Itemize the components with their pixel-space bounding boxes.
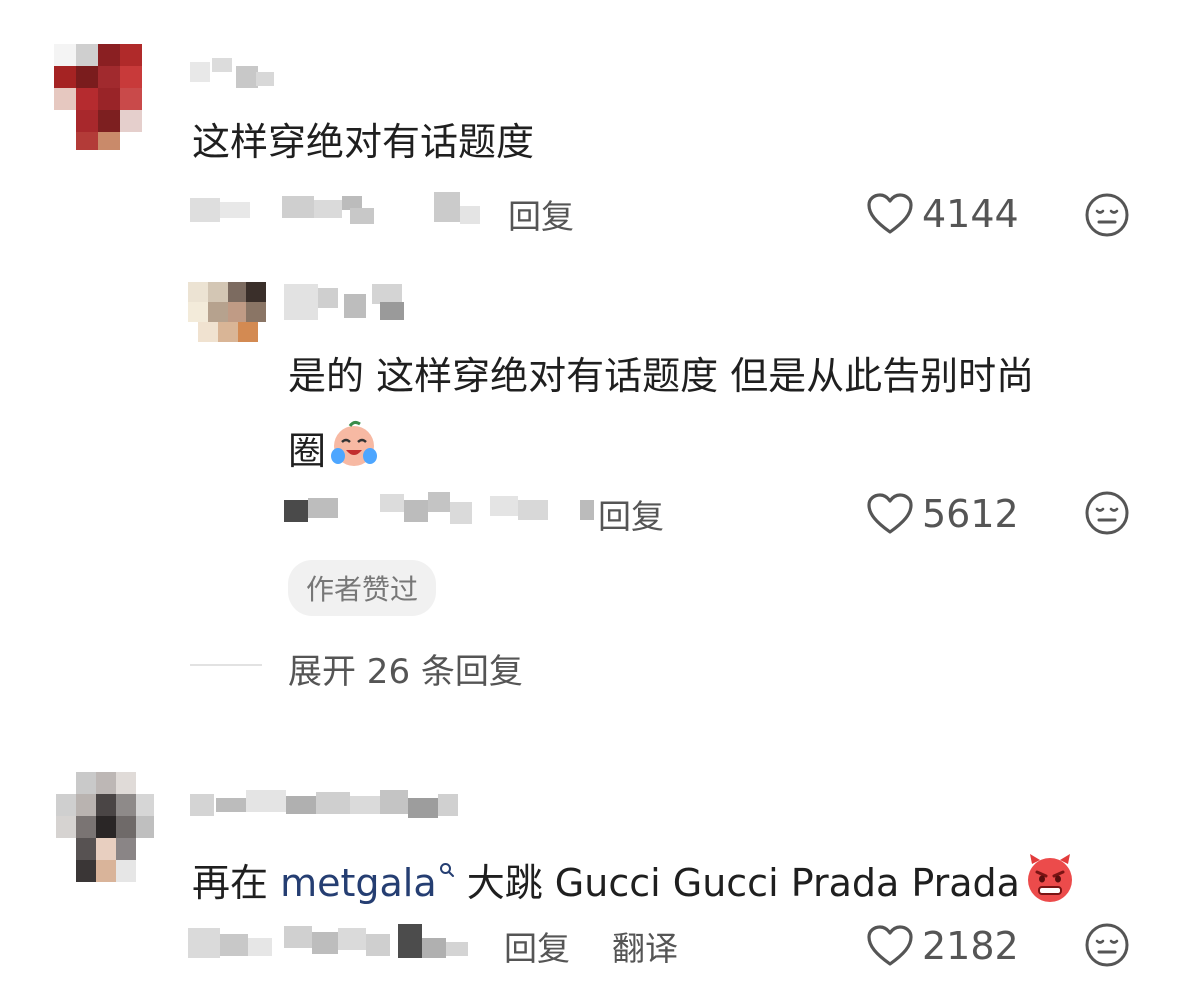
heart-outline-icon[interactable] (866, 492, 914, 540)
expand-divider (190, 664, 262, 666)
meh-face-icon[interactable] (1084, 922, 1130, 972)
timestamp-location-blurred (284, 490, 594, 534)
reply-text: 是的 这样穿绝对有话题度 但是从此告别时尚 (288, 354, 1035, 398)
comment-text: 这样穿绝对有话题度 (192, 120, 535, 164)
username-blurred[interactable] (284, 284, 414, 328)
expand-replies-button[interactable]: 展开 26 条回复 (288, 644, 523, 693)
reply-button[interactable]: 回复 (508, 190, 574, 238)
author-liked-badge: 作者赞过 (288, 560, 437, 616)
avatar[interactable] (48, 42, 152, 152)
reply-text-line2: 圈 (288, 418, 380, 475)
username-blurred[interactable] (190, 790, 470, 828)
avatar[interactable] (54, 772, 156, 884)
laugh-cry-emoji (331, 420, 378, 466)
username-blurred[interactable] (190, 58, 280, 96)
comment-text: 再在 metgala 大跳 Gucci Gucci Prada Prada (192, 850, 1078, 907)
heart-outline-icon[interactable] (866, 192, 914, 240)
reply-button[interactable]: 回复 (504, 922, 570, 970)
timestamp-location-blurred (188, 924, 478, 968)
like-count: 2182 (922, 924, 1019, 968)
like-count: 5612 (922, 492, 1019, 536)
timestamp-location-blurred (190, 192, 490, 236)
meh-face-icon[interactable] (1084, 192, 1130, 242)
hashtag-link[interactable]: metgala (280, 861, 437, 905)
search-small-icon (439, 863, 454, 877)
like-count: 4144 (922, 192, 1019, 236)
meh-face-icon[interactable] (1084, 490, 1130, 540)
reply-button[interactable]: 回复 (598, 490, 664, 538)
avatar[interactable] (188, 282, 266, 348)
translate-button[interactable]: 翻译 (612, 922, 678, 970)
heart-outline-icon[interactable] (866, 924, 914, 972)
angry-devil-emoji (1027, 854, 1072, 902)
